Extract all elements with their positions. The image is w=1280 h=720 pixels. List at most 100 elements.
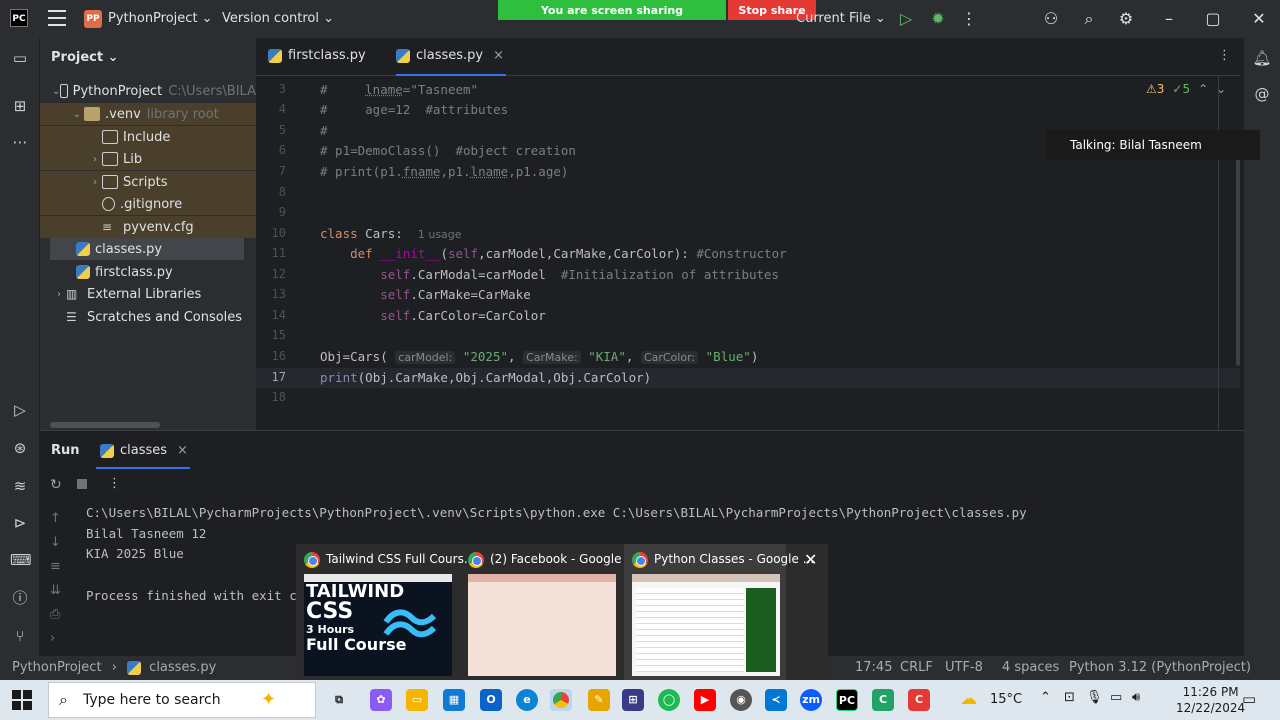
tree-item-project-root[interactable]: ⌄ PythonProject C:\Users\BILA	[40, 80, 256, 102]
sticky-notes-icon[interactable]: ✎	[588, 689, 610, 711]
more-actions-icon[interactable]: ⋮	[958, 8, 980, 30]
project-selector[interactable]: PythonProject ⌄	[108, 11, 213, 26]
python-interpreter[interactable]: Python 3.12 (PythonProject)	[1069, 660, 1251, 675]
tree-item-venv[interactable]: ⌄ .venv library root	[40, 103, 256, 125]
chevron-up-icon[interactable]: ⌃	[1198, 82, 1208, 96]
tree-item-lib[interactable]: › Lib	[40, 148, 256, 170]
weather-icon[interactable]: ☁	[960, 689, 977, 709]
task-view-icon[interactable]: ⧉	[328, 689, 350, 711]
minimize-icon[interactable]: –	[1158, 8, 1180, 30]
volume-icon[interactable]: 🔊︎	[1132, 690, 1140, 705]
line-separator[interactable]: CRLF	[900, 660, 933, 675]
control-panel-icon[interactable]: ⊞	[622, 689, 644, 711]
chevron-right-icon[interactable]: ›	[52, 289, 66, 300]
run-tool-icon[interactable]: ▷	[10, 400, 30, 420]
notifications-bell-icon[interactable]: 🔔︎	[1252, 48, 1272, 68]
red-app-icon[interactable]: C	[908, 689, 930, 711]
tray-overflow-icon[interactable]: ⌃	[1040, 690, 1051, 705]
vscode-icon[interactable]: ≺	[765, 689, 787, 711]
run-config-selector[interactable]: Current File ⌄	[796, 11, 886, 26]
preview-python-classes[interactable]: Python Classes - Google ...	[624, 544, 814, 680]
maximize-icon[interactable]: ▢	[1202, 8, 1224, 30]
taskbar-search-box[interactable]: ⌕ Type here to search ✦	[48, 682, 316, 718]
chevron-down-icon[interactable]: ⌄	[52, 86, 60, 97]
search-icon[interactable]: ⌕	[1078, 8, 1100, 30]
structure-icon[interactable]: ⊞	[10, 96, 30, 116]
youtube-icon[interactable]: ▶	[694, 689, 716, 711]
add-user-icon[interactable]: ⚇	[1040, 8, 1062, 30]
close-tab-icon[interactable]: ×	[493, 48, 504, 63]
preview-tailwind[interactable]: Tailwind CSS Full Cours... TAILWIND CSS …	[296, 544, 475, 680]
print-icon[interactable]: ⎙	[50, 607, 60, 622]
file-encoding[interactable]: UTF-8	[945, 660, 983, 675]
services-icon[interactable]: ⊳	[10, 513, 30, 533]
run-more-icon[interactable]: ⋮	[108, 476, 121, 491]
run-icon[interactable]: ▷	[895, 8, 917, 30]
weather-temperature[interactable]: 15°C	[990, 692, 1022, 707]
indent-setting[interactable]: 4 spaces	[1002, 660, 1059, 675]
expand-icon[interactable]: ›	[50, 631, 55, 646]
project-panel-title[interactable]: Project ⌄	[51, 50, 118, 65]
tab-classes-py[interactable]: classes.py ×	[396, 48, 504, 63]
chevron-down-icon[interactable]: ⌄	[70, 109, 84, 120]
microphone-icon[interactable]: 🎙︎	[1086, 690, 1103, 705]
check-count[interactable]: ✓5	[1172, 82, 1190, 96]
file-explorer-icon[interactable]: ▭	[406, 689, 428, 711]
settings-gear-icon[interactable]: ⚙	[1115, 8, 1137, 30]
project-hscrollbar[interactable]	[50, 422, 160, 428]
ai-assistant-icon[interactable]: @	[1252, 84, 1272, 104]
notification-center-icon[interactable]: ▭	[1242, 690, 1256, 708]
tree-item-external-libraries[interactable]: › ▥ External Libraries	[40, 283, 256, 305]
breadcrumb-file[interactable]: classes.py	[149, 660, 216, 675]
chevron-right-icon[interactable]: ›	[88, 177, 102, 188]
run-tab-classes[interactable]: classes ×	[100, 443, 188, 458]
breadcrumb-project[interactable]: PythonProject	[12, 660, 102, 675]
tree-item-include[interactable]: Include	[40, 126, 256, 148]
clock[interactable]: 11:26 PM 12/22/2024	[1176, 684, 1245, 716]
layers-icon[interactable]: ≋	[10, 476, 30, 496]
edge-icon[interactable]: e	[516, 689, 538, 711]
git-icon[interactable]: ⑂	[10, 626, 30, 646]
version-control-menu[interactable]: Version control ⌄	[222, 11, 334, 26]
tree-item-classes-py[interactable]: classes.py	[50, 238, 244, 260]
tab-options-icon[interactable]: ⋮	[1218, 48, 1231, 63]
tree-item-scratches[interactable]: ☰ Scratches and Consoles	[40, 306, 256, 328]
stop-icon[interactable]	[77, 479, 87, 489]
warning-count[interactable]: ⚠3	[1146, 82, 1164, 96]
rerun-icon[interactable]: ↻	[50, 477, 62, 493]
windows-start-icon[interactable]	[12, 690, 32, 710]
soft-wrap-icon[interactable]: ≡	[50, 559, 61, 574]
debug-icon[interactable]: ✹	[927, 8, 949, 30]
outlook-icon[interactable]: O	[480, 689, 502, 711]
problems-icon[interactable]: ⓘ	[10, 588, 30, 608]
zoom-icon[interactable]: zm	[800, 689, 822, 711]
tree-item-firstclass-py[interactable]: firstclass.py	[40, 261, 256, 283]
preview-facebook[interactable]: (2) Facebook - Google ...	[460, 544, 637, 680]
tree-item-gitignore[interactable]: .gitignore	[40, 193, 256, 215]
usage-hint[interactable]: 1 usage	[418, 228, 462, 241]
python-packages-icon[interactable]: ⊛	[10, 438, 30, 458]
chevron-right-icon[interactable]: ›	[88, 154, 102, 165]
chrome-taskbar-icon[interactable]	[550, 689, 572, 711]
editor-scrollbar[interactable]	[1236, 156, 1240, 366]
close-preview-icon[interactable]: ✕	[804, 550, 817, 569]
microsoft-store-icon[interactable]: ▦	[443, 689, 465, 711]
breadcrumb[interactable]: PythonProject › classes.py	[12, 660, 216, 675]
tree-item-pyvenv-cfg[interactable]: ≡ pyvenv.cfg	[40, 216, 256, 238]
main-menu-icon[interactable]	[48, 10, 66, 26]
scroll-down-icon[interactable]: ↓	[50, 535, 61, 550]
green-app-icon[interactable]: C	[872, 689, 894, 711]
tree-item-scripts[interactable]: › Scripts	[40, 171, 256, 193]
close-run-tab-icon[interactable]: ×	[177, 443, 188, 458]
meet-icon[interactable]: ⊡	[1064, 690, 1075, 705]
chrome-profile-icon[interactable]: ◉	[730, 689, 752, 711]
circular-app-icon[interactable]: ◯	[658, 689, 680, 711]
more-tools-icon[interactable]: ⋯	[10, 132, 30, 152]
terminal-icon[interactable]: ⌨	[10, 550, 32, 570]
close-window-icon[interactable]: ✕	[1248, 8, 1270, 30]
network-icon[interactable]: ▭	[1110, 690, 1122, 705]
scroll-to-end-icon[interactable]: ⇊	[50, 583, 61, 598]
copilot-icon[interactable]: ✿	[370, 689, 392, 711]
scroll-up-icon[interactable]: ↑	[50, 511, 61, 526]
tab-firstclass-py[interactable]: firstclass.py	[268, 48, 366, 63]
